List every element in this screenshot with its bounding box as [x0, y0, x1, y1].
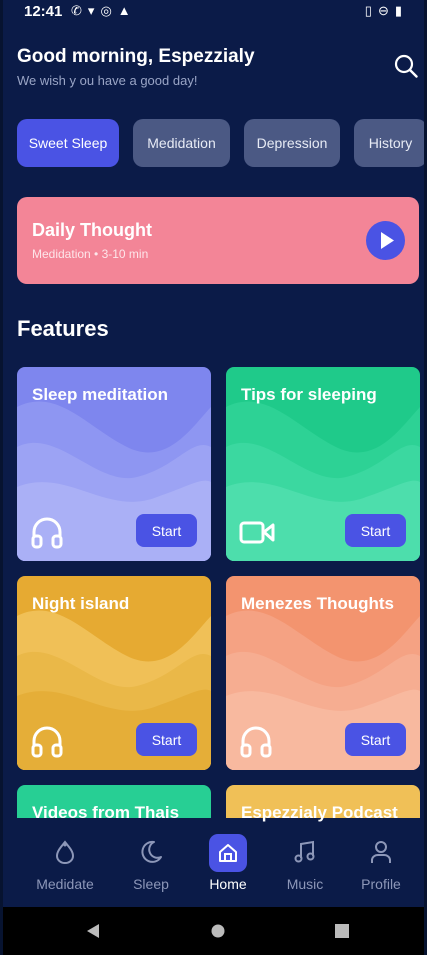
feature-card-sleep-meditation[interactable]: Sleep meditation Start	[17, 367, 211, 561]
bottom-navigation: Medidate Sleep Home Music Profile	[3, 818, 424, 907]
chip-label: Sweet Sleep	[28, 135, 108, 151]
battery-icon: ▮	[394, 3, 408, 18]
nav-item-medidate[interactable]: Medidate	[25, 818, 105, 907]
home-circle-icon[interactable]	[211, 924, 225, 938]
wifi-off-icon: ▾	[87, 3, 101, 18]
start-button[interactable]: Start	[136, 514, 197, 547]
warning-icon: ▲	[117, 3, 137, 18]
home-icon	[217, 842, 239, 869]
card-title: Sleep meditation	[32, 385, 169, 404]
nav-item-home[interactable]: Home	[188, 818, 268, 907]
start-button[interactable]: Start	[345, 514, 406, 547]
headphones-icon	[30, 724, 64, 758]
chip-depression[interactable]: Depression	[244, 119, 340, 167]
music-icon	[293, 839, 317, 870]
nav-label: Medidate	[36, 876, 94, 892]
moon-icon	[139, 839, 163, 870]
chip-label: Depression	[256, 135, 328, 151]
app-screen: 12:41 ✆▾◎▲ ▯⊖▮ Good morning, Espezzialy …	[3, 0, 424, 955]
nav-item-sleep[interactable]: Sleep	[111, 818, 191, 907]
daily-thought-card[interactable]: Daily Thought Medidation • 3-10 min	[17, 197, 419, 284]
headphones-icon	[239, 724, 273, 758]
feature-card-night-island[interactable]: Night island Start	[17, 576, 211, 770]
start-button[interactable]: Start	[136, 723, 197, 756]
daily-thought-subtitle: Medidation • 3-10 min	[32, 247, 149, 261]
dnd-icon: ⊖	[377, 3, 395, 18]
headphones-icon	[30, 515, 64, 549]
nav-item-music[interactable]: Music	[265, 818, 345, 907]
system-nav-bar	[3, 907, 424, 955]
status-right-icons: ▯⊖▮	[365, 3, 408, 19]
nav-label: Music	[286, 876, 324, 892]
meditate-icon	[53, 839, 77, 870]
vpn-icon: ◎	[100, 3, 118, 18]
chip-medidation[interactable]: Medidation	[133, 119, 230, 167]
chip-label: History	[368, 135, 413, 151]
daily-thought-title: Daily Thought	[32, 220, 152, 240]
start-button[interactable]: Start	[345, 723, 406, 756]
features-heading: Features	[17, 316, 109, 341]
play-icon[interactable]	[366, 221, 405, 260]
video-icon	[239, 515, 275, 549]
nav-item-profile[interactable]: Profile	[341, 818, 421, 907]
chip-label: Medidation	[147, 135, 216, 151]
back-icon[interactable]	[87, 924, 99, 938]
card-title: Night island	[32, 594, 130, 613]
chip-history[interactable]: History	[354, 119, 424, 167]
status-bar: 12:41 ✆▾◎▲ ▯⊖▮	[3, 0, 424, 24]
category-chips: Sweet Sleep Medidation Depression Histor…	[17, 119, 424, 167]
chip-sweet-sleep[interactable]: Sweet Sleep	[17, 119, 119, 167]
feature-card-tips-sleeping[interactable]: Tips for sleeping Start	[226, 367, 420, 561]
nav-label: Home	[209, 876, 247, 892]
notification-icon: ✆	[71, 3, 88, 18]
card-title: Videos from Thais	[32, 803, 180, 822]
card-title: Menezes Thoughts	[241, 594, 395, 613]
profile-icon	[369, 839, 393, 870]
vibrate-icon: ▯	[364, 3, 378, 18]
card-title: Tips for sleeping	[241, 385, 377, 404]
search-icon[interactable]	[394, 54, 418, 78]
status-time: 12:41	[24, 3, 63, 20]
feature-card-menezes-thoughts[interactable]: Menezes Thoughts Start	[226, 576, 420, 770]
greeting-subtitle: We wish y ou have a good day!	[17, 73, 198, 88]
status-left-icons: ✆▾◎▲	[71, 3, 137, 19]
nav-label: Sleep	[133, 876, 169, 892]
recents-icon[interactable]	[335, 924, 349, 938]
nav-label: Profile	[361, 876, 401, 892]
card-title: Espezzialy Podcast	[241, 803, 398, 822]
greeting-title: Good morning, Espezzialy	[17, 46, 255, 67]
